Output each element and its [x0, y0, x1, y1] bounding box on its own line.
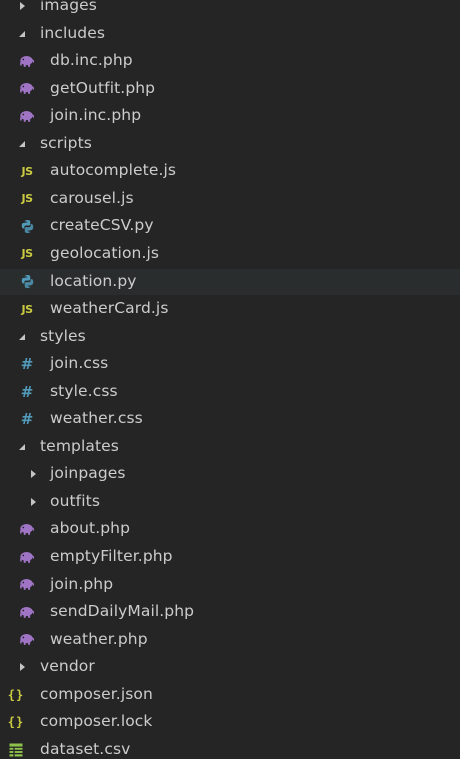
file-row-db-inc-php[interactable]: db.inc.php [0, 48, 460, 74]
javascript-icon-glyph: JS [21, 164, 33, 178]
file-label: sendDailyMail.php [50, 602, 195, 621]
file-label: weather.css [50, 409, 143, 428]
file-row-weather-css[interactable]: # weather.css [0, 406, 460, 432]
css-hash-icon: # [19, 410, 35, 429]
file-label: style.css [50, 381, 118, 400]
folder-label: styles [40, 326, 86, 345]
file-row-senddailymail-php[interactable]: sendDailyMail.php [0, 599, 460, 625]
php-elephant-icon [19, 577, 35, 593]
chevron-down-icon[interactable] [17, 29, 27, 39]
javascript-icon: JS [19, 301, 35, 317]
file-label: composer.lock [40, 712, 153, 731]
file-row-emptyfilter-php[interactable]: emptyFilter.php [0, 544, 460, 570]
php-elephant-icon [19, 549, 35, 565]
python-icon [19, 274, 35, 290]
file-row-style-css[interactable]: # style.css [0, 379, 460, 405]
chevron-right-icon[interactable] [28, 469, 38, 479]
json-braces-icon: {} [8, 687, 24, 703]
json-braces-icon-glyph: {} [7, 715, 25, 730]
folder-label: templates [40, 436, 119, 455]
file-label: join.css [50, 354, 109, 373]
folder-row-styles[interactable]: styles [0, 324, 460, 350]
file-row-about-php[interactable]: about.php [0, 516, 460, 542]
file-label: join.inc.php [50, 106, 142, 125]
chevron-down-icon[interactable] [17, 442, 27, 452]
file-label: about.php [50, 519, 131, 538]
file-row-join-css[interactable]: # join.css [0, 351, 460, 377]
folder-label: images [40, 0, 97, 14]
file-row-createcsv-py[interactable]: createCSV.py [0, 213, 460, 239]
chevron-down-icon[interactable] [17, 332, 27, 342]
file-explorer: images includes db.inc.php getOutfit.php joi… [0, 0, 460, 759]
folder-row-vendor[interactable]: vendor [0, 654, 460, 680]
file-row-carousel-js[interactable]: JS carousel.js [0, 186, 460, 212]
php-elephant-icon [19, 53, 35, 69]
chevron-down-icon[interactable] [17, 139, 27, 149]
javascript-icon-glyph: JS [21, 247, 33, 261]
file-label: autocomplete.js [50, 161, 177, 180]
css-hash-icon-glyph: # [20, 410, 34, 429]
php-elephant-icon [19, 632, 35, 648]
folder-label: scripts [40, 133, 92, 152]
file-row-autocomplete-js[interactable]: JS autocomplete.js [0, 158, 460, 184]
file-row-dataset-csv[interactable]: dataset.csv [0, 737, 460, 759]
folder-row-joinpages[interactable]: joinpages [0, 461, 460, 487]
file-label: carousel.js [50, 188, 134, 207]
file-row-composer-lock[interactable]: {} composer.lock [0, 709, 460, 735]
chevron-right-icon[interactable] [17, 1, 27, 11]
folder-row-templates[interactable]: templates [0, 434, 460, 460]
folder-row-includes[interactable]: includes [0, 21, 460, 47]
file-row-join-inc-php[interactable]: join.inc.php [0, 103, 460, 129]
file-label: geolocation.js [50, 243, 160, 262]
python-icon [19, 218, 35, 234]
file-label: weather.php [50, 629, 148, 648]
file-label: createCSV.py [50, 216, 154, 235]
folder-row-images[interactable]: images [0, 0, 460, 19]
csv-table-icon [8, 742, 24, 758]
file-label: join.php [50, 574, 114, 593]
file-row-weather-php[interactable]: weather.php [0, 627, 460, 653]
folder-label: includes [40, 23, 106, 42]
php-elephant-icon [19, 108, 35, 124]
javascript-icon-glyph: JS [21, 192, 33, 206]
javascript-icon: JS [19, 163, 35, 179]
file-row-weathercard-js[interactable]: JS weatherCard.js [0, 296, 460, 322]
json-braces-icon: {} [8, 714, 24, 730]
chevron-right-icon[interactable] [17, 662, 27, 672]
folder-label: joinpages [50, 464, 126, 483]
file-label: composer.json [40, 684, 153, 703]
chevron-right-icon[interactable] [28, 497, 38, 507]
php-elephant-icon [19, 521, 35, 537]
php-elephant-icon [19, 604, 35, 620]
css-hash-icon: # [19, 382, 35, 401]
file-label: dataset.csv [40, 739, 131, 758]
javascript-icon: JS [19, 191, 35, 207]
file-row-location-py[interactable]: location.py [0, 268, 460, 295]
php-elephant-icon [19, 81, 35, 97]
file-row-join-php[interactable]: join.php [0, 572, 460, 598]
file-row-composer-json[interactable]: {} composer.json [0, 682, 460, 708]
file-label: emptyFilter.php [50, 547, 173, 565]
file-label: getOutfit.php [50, 78, 156, 97]
file-label: location.py [50, 271, 137, 290]
javascript-icon: JS [19, 246, 35, 262]
css-hash-icon-glyph: # [20, 355, 34, 374]
json-braces-icon-glyph: {} [7, 687, 25, 702]
folder-row-outfits[interactable]: outfits [0, 489, 460, 515]
file-row-getoutfit-php[interactable]: getOutfit.php [0, 76, 460, 102]
file-label: weatherCard.js [50, 299, 169, 318]
javascript-icon-glyph: JS [21, 302, 33, 316]
folder-label: vendor [40, 657, 95, 676]
file-label: db.inc.php [50, 51, 133, 70]
folder-label: outfits [50, 491, 101, 510]
file-row-geolocation-js[interactable]: JS geolocation.js [0, 241, 460, 267]
css-hash-icon-glyph: # [20, 382, 34, 401]
folder-row-scripts[interactable]: scripts [0, 131, 460, 157]
css-hash-icon: # [19, 355, 35, 374]
